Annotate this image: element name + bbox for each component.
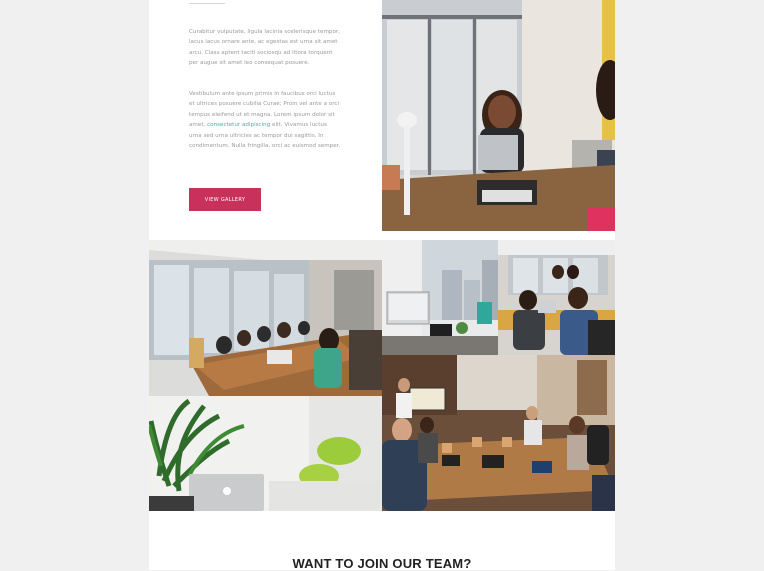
join-team-heading: WANT TO JOIN OUR TEAM?: [292, 556, 472, 571]
intro-paragraph-1: Curabitur vulputate, ligula lacinia scel…: [189, 29, 340, 67]
section-divider: [189, 3, 225, 4]
team-presentation-meeting-photo: [382, 355, 615, 511]
intro-paragraph-2: Vestibulum ante ipsum primis in faucibus…: [189, 89, 341, 151]
content-page: Curabitur vulputate, ligula lacinia scel…: [149, 0, 615, 571]
office-meeting-woman-laptop-photo: [382, 0, 615, 231]
inline-link[interactable]: consectetur adipiscing: [207, 122, 270, 128]
conference-room-table-photo: [149, 240, 382, 396]
green-plant-laptop-photo: [149, 396, 382, 511]
view-gallery-button[interactable]: VIEW GALLERY: [189, 188, 261, 211]
computer-desk-window-photo: [382, 240, 498, 355]
women-laptop-meeting-photo: [498, 240, 615, 355]
